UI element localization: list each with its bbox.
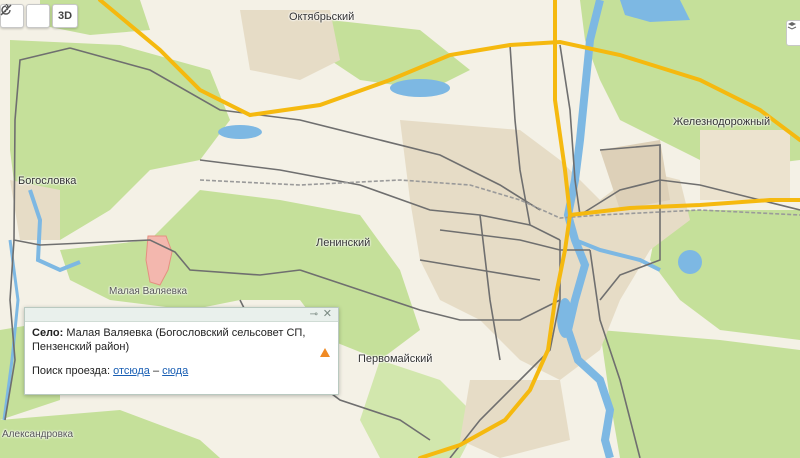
pond-east [678, 250, 702, 274]
label-leninsky: Ленинский [316, 237, 371, 249]
popup-title-line: Село: Малая Валяевка (Богословский сельс… [32, 326, 331, 340]
label-aleksandrovka: Александровка [2, 429, 74, 440]
pin-icon[interactable]: ⊸ [310, 308, 318, 321]
label-pervomaisky: Первомайский [358, 353, 433, 365]
popup-body: Село: Малая Валяевка (Богословский сельс… [25, 322, 338, 378]
warning-icon[interactable] [320, 348, 330, 357]
map-controls: 3D [0, 4, 78, 28]
place-popup: ⊸ ✕ Село: Малая Валяевка (Богословский с… [24, 307, 339, 395]
route-separator: – [152, 365, 160, 377]
mode-3d-button[interactable]: 3D [52, 4, 78, 28]
lake-north-west [218, 125, 262, 139]
popup-region: Пензенский район) [32, 341, 130, 353]
popup-route: Поиск проезда: отсюда – сюда [32, 364, 331, 378]
layers-button[interactable] [786, 20, 800, 46]
popup-header: ⊸ ✕ [25, 308, 338, 322]
label-bogoslovka: Богословка [18, 175, 77, 187]
label-oktyabrsky: Октябрьский [289, 11, 355, 23]
route-label: Поиск проезда: [32, 365, 110, 377]
label-zheleznodorozhny: Железнодорожный [673, 116, 771, 128]
loop-button[interactable] [1, 4, 50, 28]
forest-south-east [600, 330, 800, 458]
route-from-link[interactable]: отсюда [113, 365, 150, 377]
label-malaya-valyaevka: Малая Валяевка [109, 286, 188, 297]
popup-type-label: Село: [32, 327, 64, 339]
urban-east [700, 130, 790, 200]
map-canvas[interactable]: Октябрьский Железнодорожный Богословка Л… [0, 0, 800, 458]
popup-place-name: Малая Валяевка (Богословский сельсовет С… [66, 327, 306, 339]
route-to-link[interactable]: сюда [162, 365, 188, 377]
lake-north [390, 79, 450, 97]
close-icon[interactable]: ✕ [323, 308, 332, 321]
